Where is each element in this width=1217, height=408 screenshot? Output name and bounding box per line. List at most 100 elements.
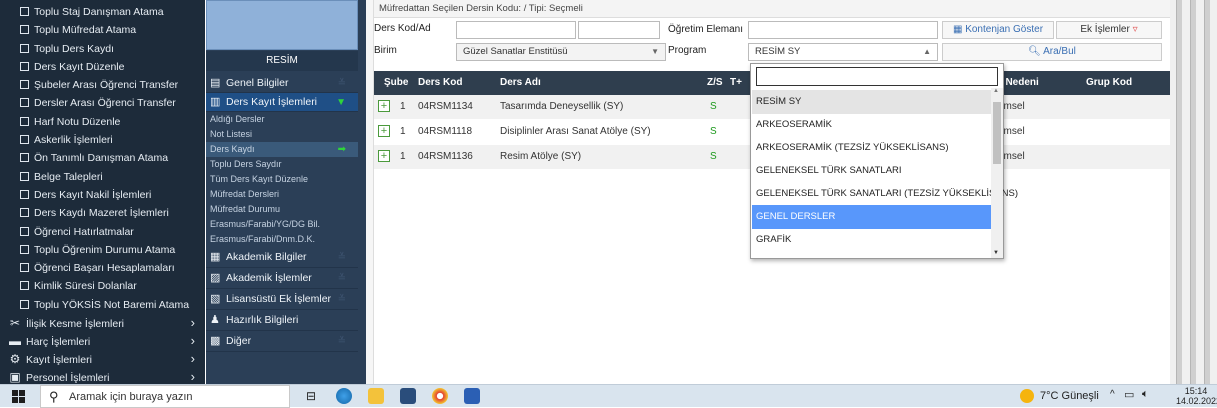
checkbox-icon [20,281,29,291]
nav-item[interactable]: Toplu Staj Danışman Atama [0,3,205,21]
expand-icon[interactable]: + [378,125,390,137]
nav-section[interactable]: ▬ Harç İşlemleri › [0,332,205,350]
volume-icon[interactable]: 🔈︎ [1142,388,1149,401]
dropdown-option[interactable]: GELENEKSEL TÜRK SANATLARI [752,159,992,183]
task-view-icon[interactable]: ⊟ [306,389,316,403]
nav-section[interactable]: ✂ İlişik Kesme İşlemleri › [0,314,205,332]
nav-item[interactable]: Ders Kayıt Nakil İşlemleri [0,186,205,204]
edge-icon[interactable] [336,388,352,404]
chevron-down-icon: ≚ [337,273,346,284]
dropdown-scrollbar[interactable]: ▲ ▼ [991,88,1003,258]
checkbox-icon [20,98,29,108]
student-panel: RESİM ▤ Genel Bilgiler ≚ ▥ Ders Kayıt İşleml… [206,0,366,384]
caret-down-icon: ▼ [651,47,659,56]
nav-item[interactable]: Öğrenci Hatırlatmalar [0,223,205,241]
panel-menu[interactable]: ▩ Diğer ≚ [206,331,358,352]
dropdown-option[interactable]: GRAFİK [752,228,992,252]
panel-subitem[interactable]: Aldığı Dersler [206,112,358,127]
panel-subitem[interactable]: Erasmus/Farabi/YG/DG Bil. [206,217,358,232]
nav-item[interactable]: Şubeler Arası Öğrenci Transfer [0,76,205,94]
nav-item[interactable]: Dersler Arası Öğrenci Transfer [0,94,205,112]
windows-start-icon[interactable] [12,390,25,403]
scroll-down-icon[interactable]: ▼ [993,250,999,256]
checkbox-icon [20,153,29,163]
ders-ad-input[interactable] [578,21,660,39]
checkbox-icon [20,25,29,35]
program-select[interactable]: RESİM SY ▲ [748,43,938,61]
nav-item[interactable]: Ders Kayıt Düzenle [0,58,205,76]
panel-subitem[interactable]: Müfredat Durumu [206,202,358,217]
nav-item[interactable]: Ön Tanımlı Danışman Atama [0,149,205,167]
panel-subitem[interactable]: Erasmus/Farabi/Dnm.D.K. [206,232,358,247]
col-sube: Şube [384,77,409,88]
weather-sun-icon[interactable] [1020,389,1034,403]
ogretim-label: Öğretim Elemanı [668,24,744,35]
nav-item[interactable]: Askerlik İşlemleri [0,131,205,149]
nav-section[interactable]: ▣ Personel İşlemleri › [0,368,205,384]
mail-icon[interactable] [400,388,416,404]
nav-item[interactable]: Kimlik Süresi Dolanlar [0,277,205,295]
ek-islemler-button[interactable]: Ek İşlemler ▿ [1056,21,1162,39]
nav-item[interactable]: Toplu Öğrenim Durumu Atama [0,241,205,259]
dropdown-option[interactable]: GELENEKSEL TÜRK SANATLARI (TEZSİZ YÜKSEK… [752,182,1018,206]
kontenjan-button[interactable]: ▦ Kontenjan Göster [942,21,1054,39]
panel-menu[interactable]: ▨ Akademik İşlemler ≚ [206,268,358,289]
panel-subitem[interactable]: Tüm Ders Kayıt Düzenle [206,172,358,187]
dropdown-option[interactable]: ARKEOSERAMİK (TEZSİZ YÜKSEKLİSANS) [752,136,992,160]
network-icon[interactable]: ▭ [1124,388,1134,401]
nav-item[interactable]: Harf Notu Düzenle [0,113,205,131]
panel-menu[interactable]: ♟ Hazırlık Bilgileri [206,310,358,331]
col-t: T+ [730,77,742,88]
taskbar-search[interactable]: ⚲ Aramak için buraya yazın [40,385,290,408]
expand-icon[interactable]: + [378,150,390,162]
dropdown-search-input[interactable] [756,67,998,86]
nav-item[interactable]: Ders Kaydı Mazeret İşlemleri [0,204,205,222]
birim-select[interactable]: Güzel Sanatlar Enstitüsü ▼ [456,43,666,61]
nav-item[interactable]: Belge Talepleri [0,168,205,186]
checkbox-icon [20,116,29,126]
checkbox-icon [20,171,29,181]
file-explorer-icon[interactable] [368,388,384,404]
dropdown-option[interactable]: ARKEOSERAMİK [752,113,992,137]
expand-icon[interactable]: + [378,100,390,112]
checkbox-icon [20,7,29,16]
birim-label: Birim [374,45,397,56]
ara-bul-button[interactable]: 🔍︎ Ara/Bul [942,43,1162,61]
menu-icon: ▤ [210,77,221,89]
nav-item[interactable]: Öğrenci Başarı Hesaplamaları [0,259,205,277]
panel-splitter[interactable] [366,0,374,384]
dropdown-option[interactable]: RESİM SY [752,90,992,114]
chevron-right-icon: › [190,315,195,331]
panel-subitem[interactable]: Müfredat Dersleri [206,187,358,202]
panel-menu[interactable]: ▤ Genel Bilgiler ≚ [206,74,358,93]
panel-subitem[interactable]: Ders Kaydı ➡ [206,142,358,157]
chevron-right-icon: › [190,351,195,367]
panel-menu[interactable]: ▧ Lisansüstü Ek İşlemler ≚ [206,289,358,310]
scroll-up-icon[interactable]: ▲ [993,88,999,94]
page-scrollbar[interactable] [1204,0,1210,384]
clock[interactable]: 15:14 14.02.2022 [1176,386,1217,406]
word-icon[interactable] [464,388,480,404]
nav-item[interactable]: Toplu Ders Kaydı [0,40,205,58]
tray-chevron-icon[interactable]: ^ [1110,389,1115,400]
panel-subitem[interactable]: Not Listesi [206,127,358,142]
panel-menu[interactable]: ▦ Akademik Bilgiler ≚ [206,247,358,268]
panel-subitem[interactable]: Toplu Ders Saydır [206,157,358,172]
curriculum-info: Müfredattan Seçilen Dersin Kodu: / Tipi:… [374,0,1170,18]
ogretim-input[interactable] [748,21,938,39]
nav-section[interactable]: ⚙ Kayıt İşlemleri › [0,350,205,368]
weather-text[interactable]: 7°C Güneşli [1040,390,1099,402]
menu-icon: ▥ [210,96,221,108]
menu-icon: ▦ [210,251,221,263]
checkbox-icon [20,244,29,254]
ders-kod-input[interactable] [456,21,576,39]
scroll-thumb[interactable] [993,102,1001,164]
photo-label: RESİM [206,51,358,71]
dropdown-option[interactable]: GENEL DERSLER [752,205,992,229]
nav-item[interactable]: Toplu YÖKSİS Not Baremi Atama [0,296,205,314]
frame-divider [1190,0,1196,384]
gear-icon: ⚙ [9,352,21,367]
chrome-icon[interactable] [432,388,448,404]
panel-menu[interactable]: ▥ Ders Kayıt İşlemleri ▼ [206,93,358,112]
nav-item[interactable]: Toplu Müfredat Atama [0,21,205,39]
